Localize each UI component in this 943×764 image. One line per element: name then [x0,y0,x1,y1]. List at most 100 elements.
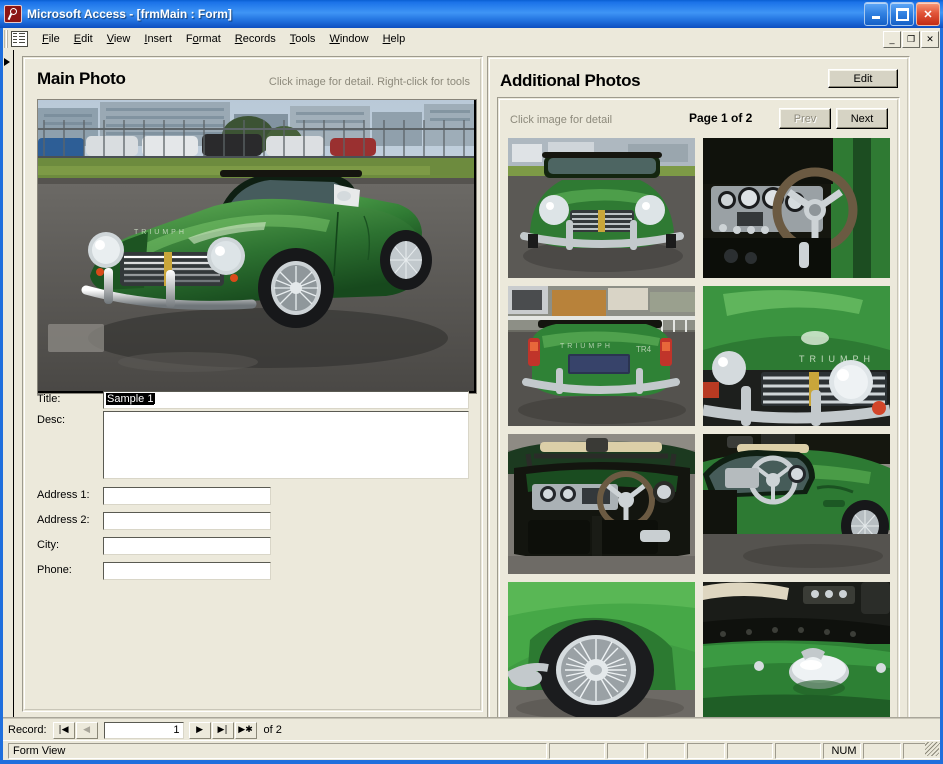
window-controls: ✕ [864,2,940,26]
field-input-title[interactable]: Sample 1 [103,391,469,409]
maximize-button[interactable] [890,2,914,26]
mdi-window-controls: _ ❐ ✕ [883,31,939,48]
menu-item-format[interactable]: Format [179,30,228,48]
edit-button[interactable]: Edit [828,69,898,88]
window-left-edge [0,28,3,764]
access-key-icon [4,5,22,23]
window-bottom-edge [0,760,943,764]
main-photo-svg: TRIUMPH [38,100,474,391]
status-indicator-7 [863,743,901,759]
menu-item-file[interactable]: File [35,30,67,48]
menu-item-edit[interactable]: Edit [67,30,100,48]
menu-item-view[interactable]: View [100,30,138,48]
thumbnail-car-grille-closeup[interactable]: TRIUMPH [703,286,890,426]
form-view-icon[interactable] [11,31,28,47]
menu-bar: File Edit View Insert Format Records Tools Wind… [0,28,943,51]
status-indicators: NUM [549,743,943,759]
status-indicator-0 [549,743,605,759]
main-photo-hint: Click image for detail. Right-click for … [268,76,470,88]
field-label-desc: Desc: [37,414,66,426]
status-indicator-2 [647,743,685,759]
status-indicator-3 [687,743,725,759]
field-input-address2[interactable] [103,512,271,530]
next-record-button[interactable]: ▶ [188,721,211,739]
thumb-2-svg [703,138,890,278]
thumbnail-grid: TRIUMPH TR4 TRIUMPH [508,138,890,718]
new-record-button[interactable]: ▶✱ [234,721,257,739]
thumbnail-panel: Click image for detail Page 1 of 2 Prev … [497,97,900,718]
record-selector-arrow-icon [4,58,10,66]
svg-text:TRIUMPH: TRIUMPH [134,229,187,236]
form-client-area: Main Photo Click image for detail. Right… [0,50,943,718]
status-indicator-4 [727,743,773,759]
record-number-input[interactable] [103,721,184,739]
maximize-icon [895,7,909,21]
svg-text:TRIUMPH: TRIUMPH [799,354,875,364]
main-photo-image[interactable]: TRIUMPH [37,99,477,394]
minimize-button[interactable] [864,2,888,26]
close-button[interactable]: ✕ [916,2,940,26]
record-navigator: Record: |◀ ◀ ▶ ▶| ▶✱ of 2 [0,718,943,741]
resize-grip[interactable] [925,742,939,756]
window-title: Microsoft Access - [frmMain : Form] [27,7,232,21]
field-input-city[interactable] [103,537,271,555]
minimize-icon [872,16,880,19]
prev-page-button[interactable]: Prev [779,108,831,129]
field-label-phone: Phone: [37,564,72,576]
record-label: Record: [8,724,47,736]
svg-text:TR4: TR4 [636,345,652,354]
last-record-button[interactable]: ▶| [211,721,234,739]
menu-item-window[interactable]: Window [322,30,375,48]
field-label-address1: Address 1: [37,489,90,501]
menu-item-tools[interactable]: Tools [283,30,323,48]
thumbnail-car-side-cockpit[interactable] [703,434,890,574]
status-indicator-1 [607,743,645,759]
field-input-desc[interactable] [103,411,469,479]
thumbnail-panel-inner: Click image for detail Page 1 of 2 Prev … [499,99,898,718]
mdi-close-button[interactable]: ✕ [921,31,939,48]
window-title-bar[interactable]: Microsoft Access - [frmMain : Form] ✕ [0,0,943,29]
title-field-selected-text: Sample 1 [106,393,155,405]
thumb-5-svg [508,434,695,574]
thumb-8-svg [703,582,890,718]
first-record-button[interactable]: |◀ [52,721,75,739]
main-photo-heading: Main Photo [37,69,126,88]
record-count-label: of 2 [263,724,282,736]
thumb-3-svg: TRIUMPH TR4 [508,286,695,426]
additional-photos-panel: Additional Photos Edit Click image for d… [487,56,910,718]
menu-item-help[interactable]: Help [376,30,413,48]
thumbnail-car-fuel-cap[interactable] [703,582,890,718]
field-input-address1[interactable] [103,487,271,505]
status-view-label: Form View [8,743,547,759]
thumbnail-car-rear-view[interactable]: TRIUMPH TR4 [508,286,695,426]
main-photo-panel-inner: Main Photo Click image for detail. Right… [24,58,481,710]
previous-record-button[interactable]: ◀ [75,721,98,739]
thumbnail-car-dashboard[interactable] [703,138,890,278]
field-label-address2: Address 2: [37,514,90,526]
additional-photos-heading: Additional Photos [500,71,641,90]
thumb-4-svg: TRIUMPH [703,286,890,426]
additional-photos-panel-inner: Additional Photos Edit Click image for d… [489,58,908,718]
field-input-phone[interactable] [103,562,271,580]
mdi-restore-button[interactable]: ❐ [902,31,920,48]
next-page-button[interactable]: Next [836,108,888,129]
menu-items: File Edit View Insert Format Records Tools Wind… [35,30,412,48]
field-label-title: Title: [37,393,61,405]
thumbnail-car-wire-wheel[interactable] [508,582,695,718]
thumb-7-svg [508,582,695,718]
menu-item-insert[interactable]: Insert [137,30,179,48]
main-photo-panel: Main Photo Click image for detail. Right… [22,56,483,712]
svg-text:TRIUMPH: TRIUMPH [560,343,613,350]
thumbnail-hint: Click image for detail [510,114,613,126]
page-indicator: Page 1 of 2 [689,111,753,125]
status-indicator-5 [775,743,821,759]
thumbnail-car-front-view[interactable] [508,138,695,278]
field-label-city: City: [37,539,59,551]
thumb-6-svg [703,434,890,574]
thumb-1-svg [508,138,695,278]
thumbnail-car-interior-cockpit[interactable] [508,434,695,574]
menu-item-records[interactable]: Records [228,30,283,48]
mdi-minimize-button[interactable]: _ [883,31,901,48]
text-caret [154,393,156,404]
status-indicator-num: NUM [823,743,861,759]
